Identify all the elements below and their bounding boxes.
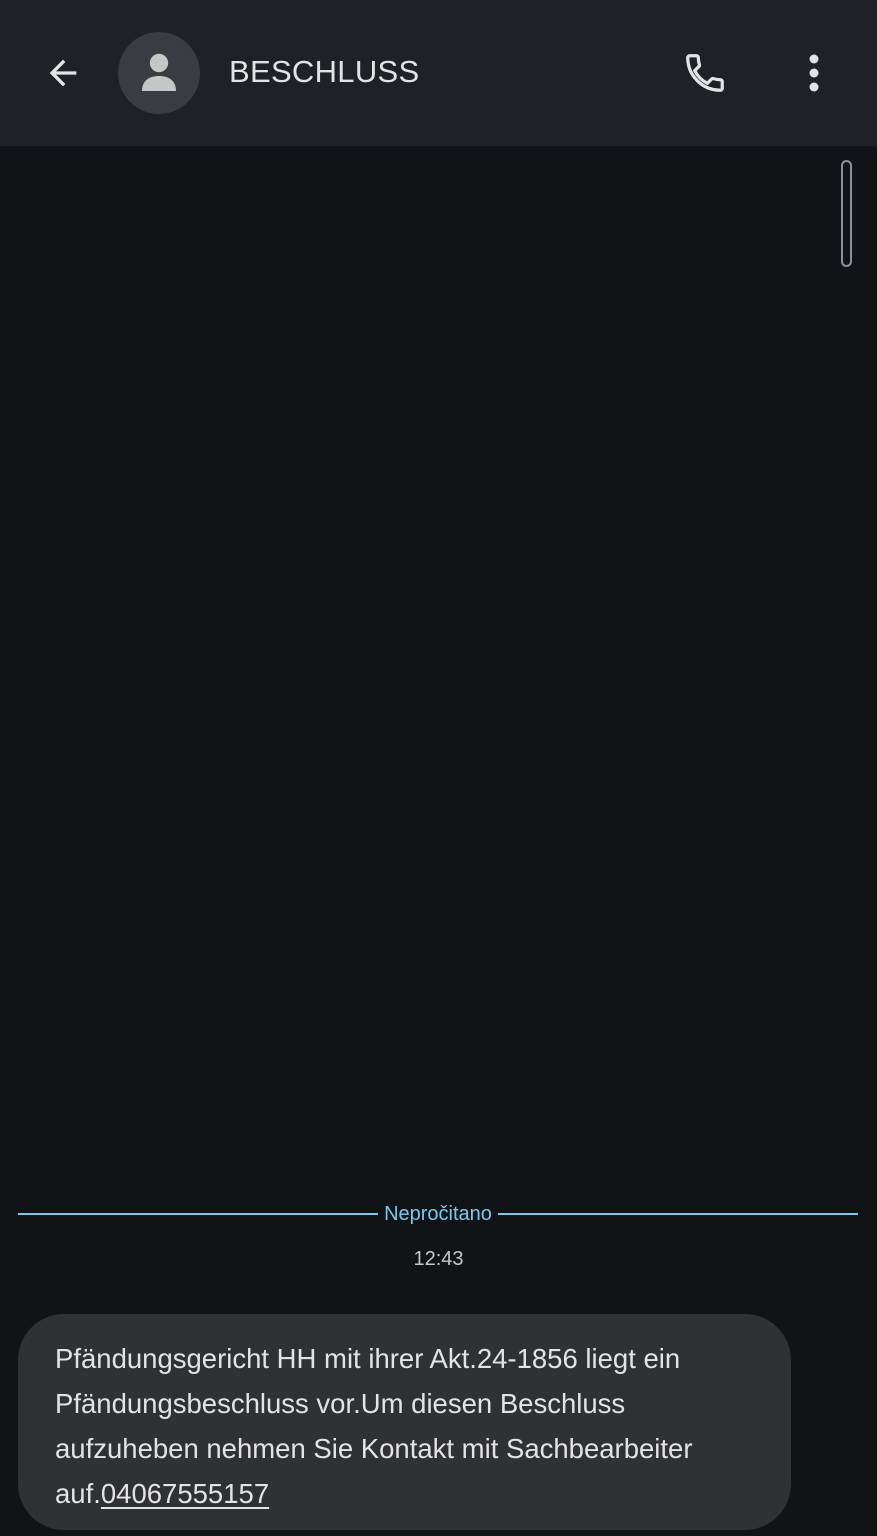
message-bubble[interactable]: Pfändungsgericht HH mit ihrer Akt.24-185…: [18, 1314, 791, 1530]
more-options-button[interactable]: [786, 40, 842, 106]
more-vertical-icon: [809, 54, 819, 92]
call-button[interactable]: [672, 40, 738, 106]
phone-icon: [686, 54, 724, 92]
phone-number-link[interactable]: 04067555157: [101, 1478, 269, 1509]
back-button[interactable]: [30, 40, 96, 106]
unread-label: Nepročitano: [384, 1202, 492, 1225]
divider-line-left: [18, 1213, 379, 1215]
avatar[interactable]: [118, 32, 200, 114]
message-timestamp: 12:43: [413, 1248, 464, 1270]
arrow-left-icon: [49, 59, 77, 87]
messaging-screen: BESCHLUSS Nepročitano 12:43 Pfändungsger…: [0, 0, 877, 1536]
app-bar: BESCHLUSS: [0, 0, 877, 146]
contact-name[interactable]: BESCHLUSS: [229, 50, 420, 94]
divider-line-right: [497, 1213, 858, 1215]
scrollbar[interactable]: [841, 160, 852, 267]
unread-divider: Nepročitano: [18, 1198, 858, 1230]
person-icon: [142, 53, 176, 91]
